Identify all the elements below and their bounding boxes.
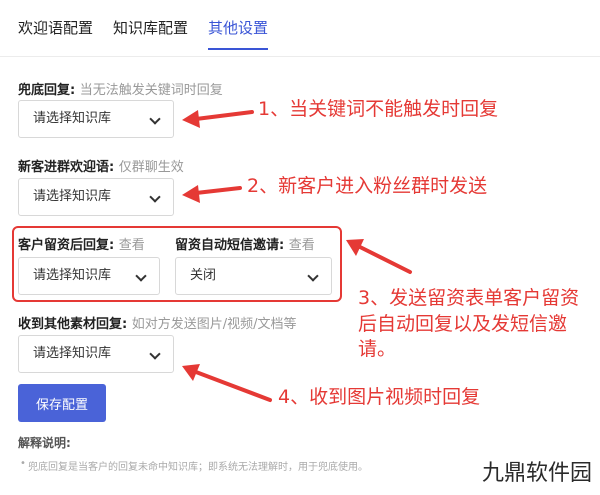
- annotation-3: 3、发送留资表单客户留资后自动回复以及发短信邀请。: [358, 287, 580, 361]
- annotation-4: 4、收到图片视频时回复: [278, 386, 481, 408]
- arrow-4: [194, 370, 272, 402]
- arrow-2: [194, 186, 242, 195]
- watermark: 九鼎软件园: [481, 461, 592, 486]
- arrow-3: [358, 245, 412, 274]
- arrow-1-head: [182, 110, 200, 128]
- annotation-arrows: [182, 110, 412, 402]
- arrow-1: [194, 110, 254, 121]
- annotation-1: 1、当关键词不能触发时回复: [258, 98, 499, 120]
- annotation-2: 2、新客户进入粉丝群时发送: [247, 175, 488, 197]
- arrow-2-head: [182, 185, 200, 203]
